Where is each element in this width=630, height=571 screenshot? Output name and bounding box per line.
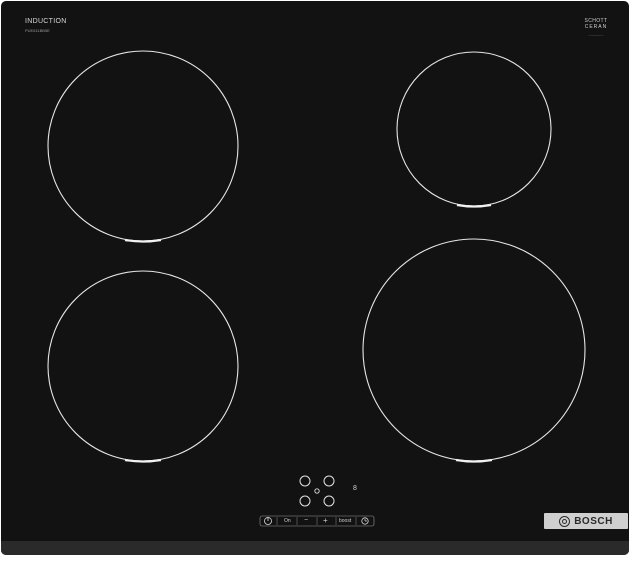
bosch-logo-icon bbox=[559, 515, 571, 527]
zone-front-right[interactable] bbox=[362, 238, 586, 463]
bosch-brand-badge: BOSCH bbox=[544, 513, 628, 529]
zone-rear-right[interactable] bbox=[396, 51, 552, 208]
power-level-display: 8 bbox=[353, 485, 357, 492]
plus-button[interactable]: + bbox=[323, 516, 328, 525]
zone-rear-left[interactable] bbox=[47, 50, 239, 243]
control-strip bbox=[259, 515, 375, 527]
zone-marker-front-left bbox=[124, 458, 162, 463]
minus-button[interactable]: − bbox=[304, 517, 308, 524]
cooking-zones bbox=[47, 50, 586, 527]
zone-marker-rear-right bbox=[456, 203, 492, 208]
brand-name: BOSCH bbox=[574, 515, 613, 527]
clock-icon[interactable] bbox=[361, 517, 369, 525]
zone-marker-rear-left bbox=[124, 238, 162, 243]
zone-selector-icon[interactable] bbox=[299, 475, 335, 507]
zone-front-left[interactable] bbox=[47, 270, 239, 463]
power-icon[interactable] bbox=[264, 517, 272, 525]
on-button[interactable]: On bbox=[284, 518, 291, 524]
boost-button[interactable]: boost bbox=[339, 518, 351, 524]
zone-marker-front-right bbox=[455, 458, 493, 463]
